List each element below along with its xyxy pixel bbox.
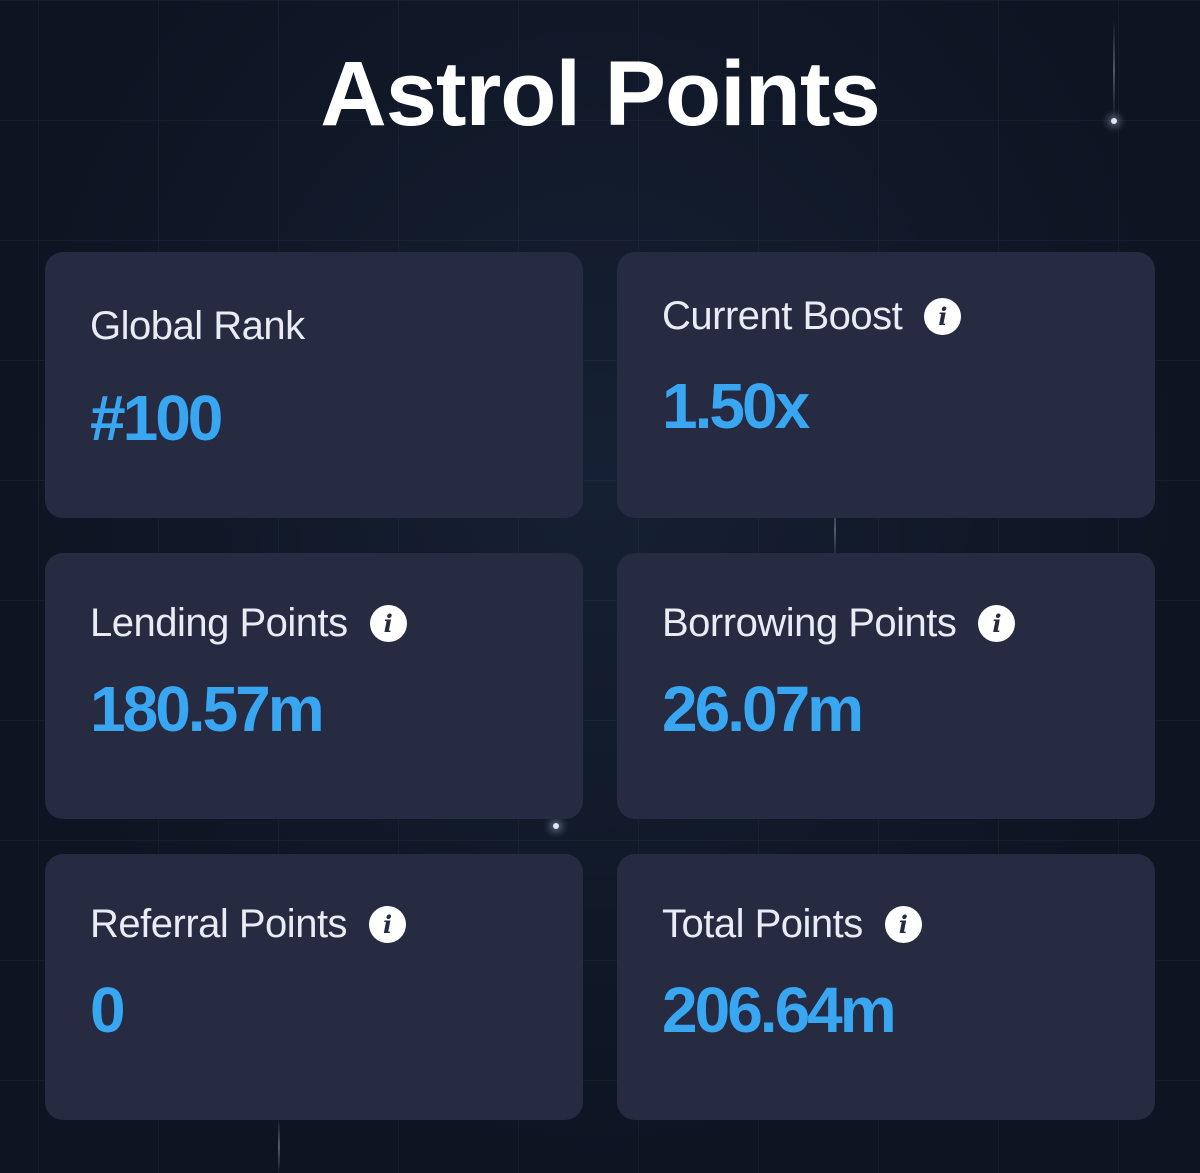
borrowing-points-label: Borrowing Points [662,600,957,645]
current-boost-label: Current Boost [662,293,903,338]
borrowing-points-value: 26.07m [662,673,864,745]
global-rank-label: Global Rank [90,303,305,348]
page-title: Astrol Points [320,43,880,145]
referral-points-info-icon[interactable]: i [369,905,407,943]
lending-points-info-icon[interactable]: i [369,604,407,642]
referral-points-label: Referral Points [90,901,348,946]
background-light-beam [278,1120,280,1173]
global-rank-card: Global Rank #100 [45,252,583,518]
card-header: Global Rank [90,302,539,350]
lending-points-label: Lending Points [90,600,348,645]
total-points-card: Total Points i 206.64m [617,854,1155,1120]
stats-grid: Global Rank #100 Current Boost i 1.50x L… [45,252,1155,1120]
global-rank-value: #100 [90,382,223,454]
total-points-label: Total Points [662,901,863,946]
total-points-info-icon[interactable]: i [884,905,922,943]
card-header: Referral Points i [90,900,539,948]
referral-points-card: Referral Points i 0 [45,854,583,1120]
card-header: Lending Points i [90,599,539,647]
borrowing-points-info-icon[interactable]: i [978,604,1016,642]
current-boost-info-icon[interactable]: i [924,297,962,335]
card-header: Total Points i [662,900,1111,948]
referral-points-value: 0 [90,974,126,1046]
card-header: Current Boost i [662,292,1111,340]
lending-points-value: 180.57m [90,673,325,745]
current-boost-value: 1.50x [662,370,810,442]
card-header: Borrowing Points i [662,599,1111,647]
lending-points-card: Lending Points i 180.57m [45,553,583,819]
borrowing-points-card: Borrowing Points i 26.07m [617,553,1155,819]
total-points-value: 206.64m [662,974,897,1046]
current-boost-card: Current Boost i 1.50x [617,252,1155,518]
